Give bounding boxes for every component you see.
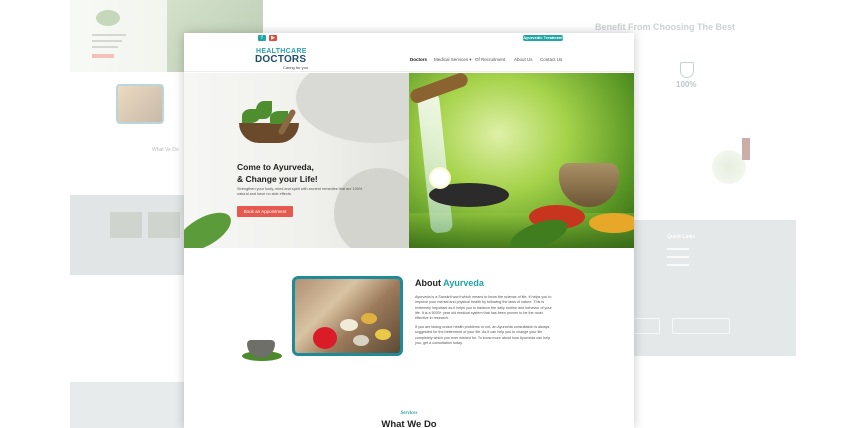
hero-heading-line1: Come to Ayurveda, bbox=[237, 162, 314, 172]
website-page: f ▶ Ayurvedic Treatment HEALTHCARE DOCTO… bbox=[184, 33, 634, 428]
about-heading-prefix: About bbox=[415, 278, 441, 288]
nav-contact-us[interactable]: Contact Us bbox=[540, 57, 562, 62]
bg-footer-link bbox=[667, 264, 689, 266]
top-bar: f ▶ Ayurvedic Treatment bbox=[184, 33, 634, 43]
logo-line2[interactable]: DOCTORS bbox=[255, 54, 306, 65]
nav-medical-services[interactable]: Medical Services ▾ bbox=[434, 57, 472, 63]
bg-plant bbox=[712, 150, 746, 184]
book-appointment-button[interactable]: Book an Appointment bbox=[237, 206, 293, 217]
about-heading-accent: Ayurveda bbox=[443, 278, 484, 288]
services-heading: What We Do bbox=[381, 419, 437, 428]
bg-section-title: What Ve Do bbox=[152, 147, 179, 153]
bg-footer bbox=[70, 382, 184, 428]
background-mockup-left: What Ve Do bbox=[70, 0, 263, 428]
bg-line bbox=[92, 34, 126, 36]
hero-bg-shape bbox=[296, 73, 409, 143]
hero-heading: Come to Ayurveda, & Change your Life! bbox=[237, 162, 387, 185]
bg-leaf bbox=[96, 10, 120, 26]
bg-photo bbox=[116, 84, 164, 124]
background-mockup-right: Benefit From Choosing The Best 100% Quic… bbox=[595, 0, 796, 428]
bg-footer-link bbox=[667, 248, 689, 250]
ayurvedic-treatment-button[interactable]: Ayurvedic Treatment bbox=[523, 35, 563, 41]
shield-icon bbox=[680, 62, 694, 78]
bg-footer-link bbox=[667, 256, 689, 258]
bg-line bbox=[92, 40, 122, 42]
hero-image bbox=[409, 73, 634, 248]
bg-stat: 100% bbox=[676, 80, 697, 89]
youtube-icon[interactable]: ▶ bbox=[269, 35, 277, 41]
spice-bowl bbox=[340, 319, 358, 331]
about-image bbox=[292, 276, 403, 356]
services-label: Services bbox=[400, 411, 418, 416]
bg-quick-links: Quick Links bbox=[667, 234, 696, 240]
spice-bowl bbox=[361, 313, 377, 324]
about-heading: About Ayurveda bbox=[415, 278, 484, 288]
bg-footer bbox=[634, 220, 796, 356]
about-paragraph-1: Ayurveda is a Sanskrit word which means … bbox=[415, 295, 552, 321]
hero-text: Strengthen your body, mind and spirit wi… bbox=[237, 187, 363, 197]
spice-bowl bbox=[375, 329, 391, 340]
red-flower bbox=[313, 327, 337, 349]
logo-tagline: Caring for you bbox=[283, 65, 309, 70]
spice-bowl bbox=[353, 335, 369, 346]
bg-card bbox=[110, 212, 142, 238]
bg-card bbox=[148, 212, 180, 238]
hero-heading-line2: & Change your Life! bbox=[237, 173, 318, 184]
nav-recruitment[interactable]: Of Recruitment bbox=[475, 57, 505, 62]
bg-bottle bbox=[742, 138, 750, 160]
hero-left-panel: Come to Ayurveda, & Change your Life! St… bbox=[184, 73, 409, 248]
bg-line bbox=[92, 46, 118, 48]
herb-bowl-image bbox=[239, 123, 299, 143]
bg-button bbox=[92, 54, 114, 58]
about-paragraph-2: If you are facing undue health problems … bbox=[415, 325, 551, 345]
facebook-icon[interactable]: f bbox=[258, 35, 266, 41]
yellow-spice bbox=[589, 213, 634, 233]
mortar-image bbox=[559, 163, 619, 207]
white-flower bbox=[431, 169, 449, 187]
site-header: HEALTHCARE DOCTORS Caring for you Doctor… bbox=[184, 43, 634, 72]
nav-doctors[interactable]: Doctors bbox=[410, 57, 427, 62]
leaf-decoration bbox=[184, 204, 237, 248]
bg-benefit-heading: Benefit From Choosing The Best bbox=[594, 22, 735, 32]
bg-footer-button bbox=[672, 318, 730, 334]
nav-about-us[interactable]: About Us bbox=[514, 57, 533, 62]
